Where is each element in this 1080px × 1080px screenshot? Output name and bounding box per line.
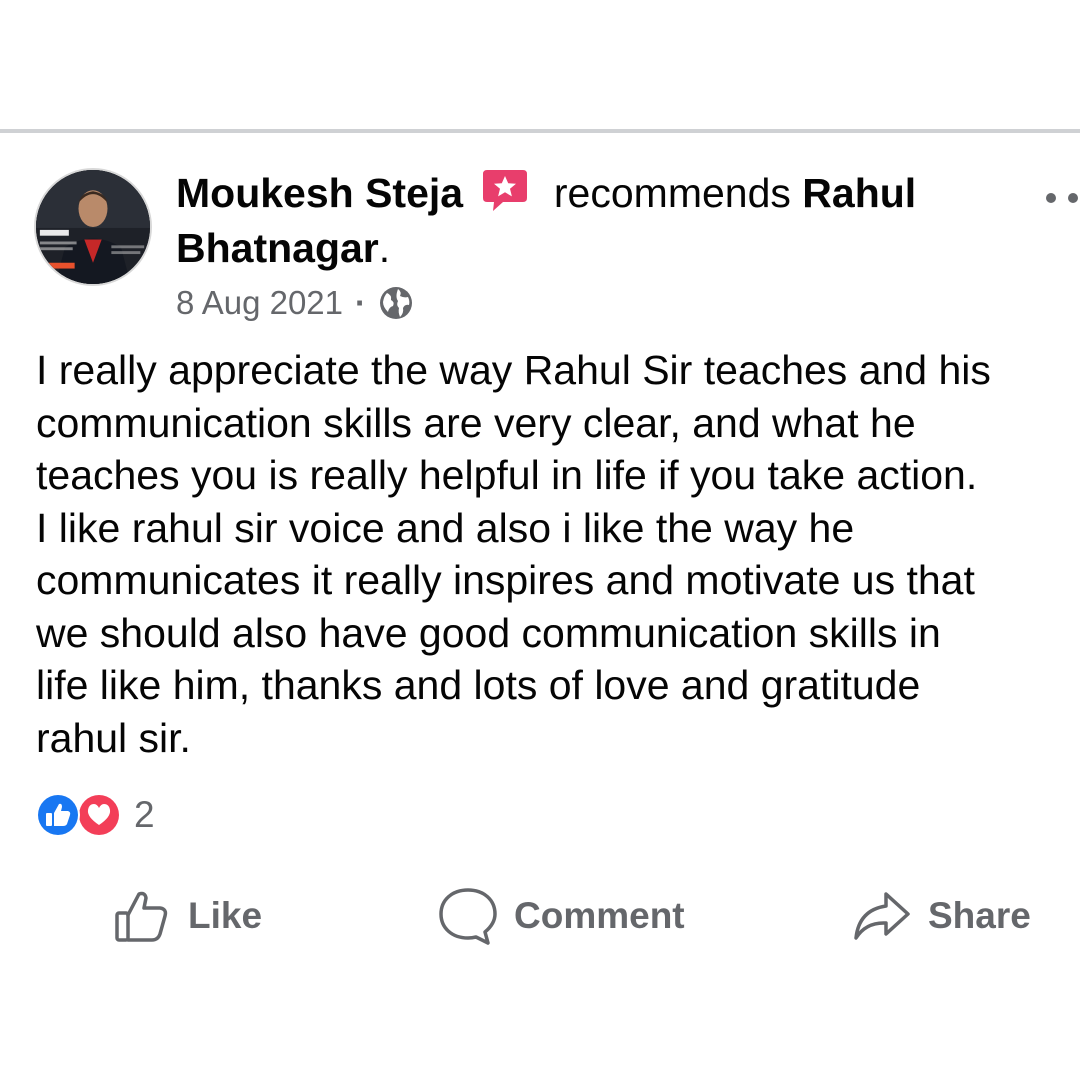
meta-separator: ·: [355, 284, 366, 321]
like-label: Like: [188, 895, 263, 936]
reaction-count: 2: [134, 794, 155, 835]
more-options-icon[interactable]: [1046, 188, 1080, 208]
post-header: Moukesh Steja recommends Rahul Bhatnagar…: [176, 166, 976, 276]
avatar[interactable]: [34, 168, 152, 286]
author-name[interactable]: Moukesh Steja: [176, 170, 463, 216]
action-bar: Like Comment Share: [0, 884, 1080, 948]
recommendation-star-icon: [482, 170, 527, 211]
comment-label: Comment: [514, 895, 685, 936]
globe-icon: [380, 287, 412, 319]
avatar-photo: [36, 170, 150, 284]
like-button[interactable]: Like: [112, 884, 262, 948]
recommends-verb: recommends: [553, 170, 791, 216]
recommendation-post: Moukesh Steja recommends Rahul Bhatnagar…: [0, 0, 1080, 1080]
post-meta: 8 Aug 2021 ·: [176, 281, 414, 325]
target-suffix: .: [378, 225, 391, 271]
share-label: Share: [928, 895, 1031, 936]
share-arrow-icon: [854, 892, 910, 940]
speech-bubble-icon: [439, 888, 497, 945]
thumbs-up-icon: [115, 891, 168, 942]
post-text: I really appreciate the way Rahul Sir te…: [36, 347, 991, 761]
comment-button[interactable]: Comment: [438, 884, 685, 948]
share-button[interactable]: Share: [852, 884, 1031, 948]
top-divider: [0, 129, 1080, 133]
reactions-summary[interactable]: 2: [35, 792, 155, 838]
love-icon: [77, 793, 121, 837]
like-icon: [36, 793, 80, 837]
post-date[interactable]: 8 Aug 2021: [176, 281, 343, 325]
